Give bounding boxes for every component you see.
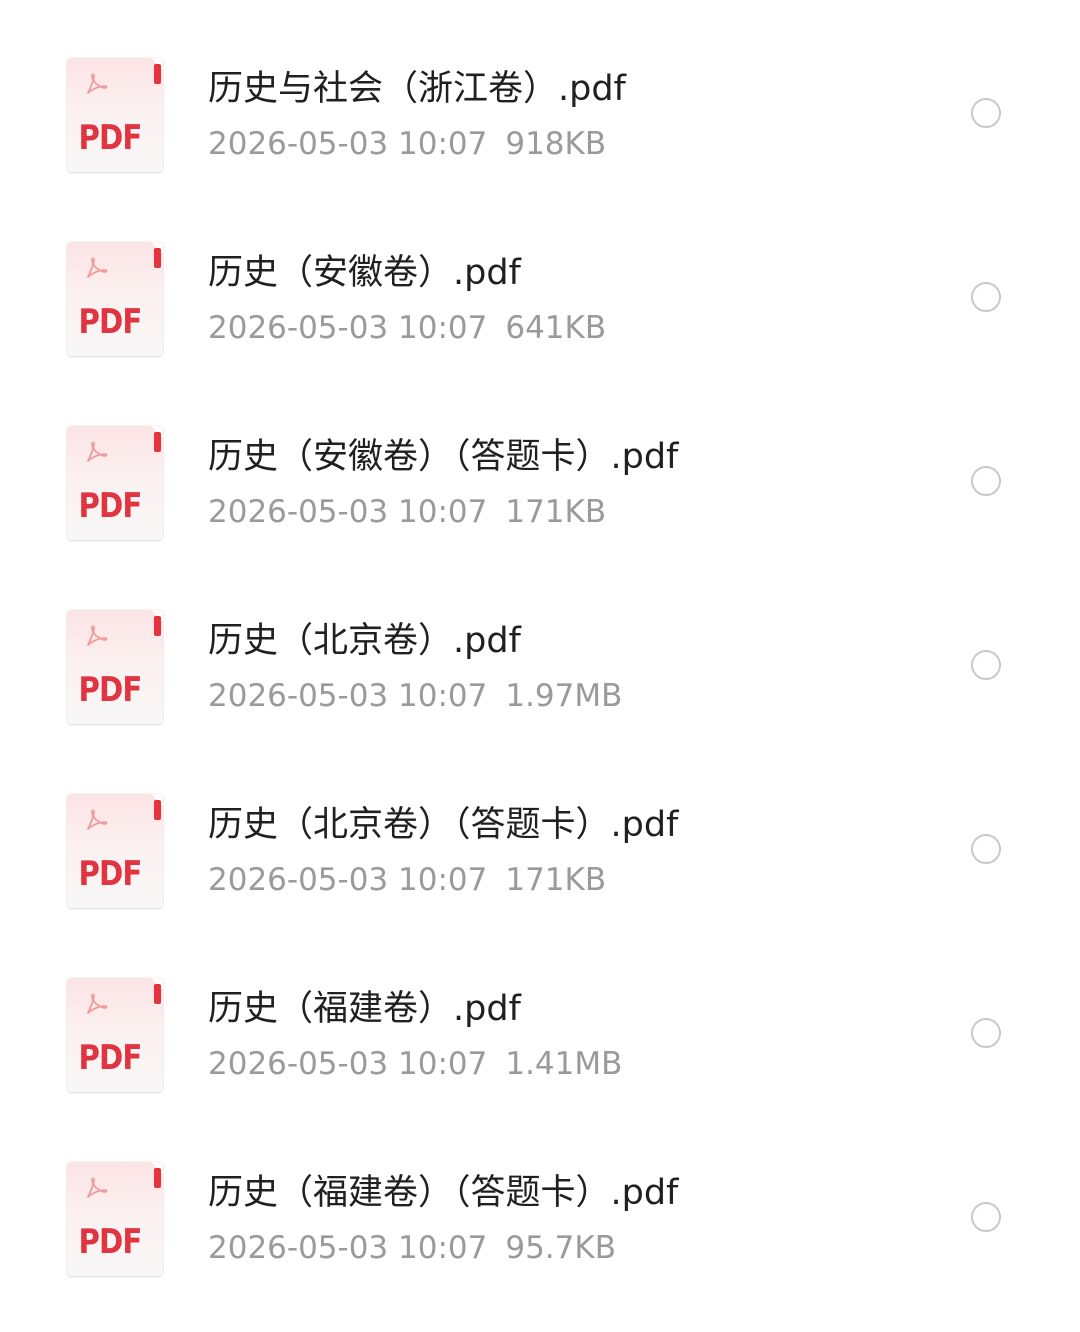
pdf-label: PDF xyxy=(78,1222,142,1262)
select-radio-icon[interactable] xyxy=(971,1018,1001,1048)
file-date: 2026-05-03 10:07 xyxy=(208,310,488,346)
select-radio-icon[interactable] xyxy=(971,650,1001,680)
acrobat-logo-icon xyxy=(87,625,108,646)
pdf-label: PDF xyxy=(78,670,142,710)
pdf-file-icon: PDF xyxy=(67,610,163,724)
file-name: 历史（安徽卷）（答题卡）.pdf xyxy=(208,437,679,477)
file-meta: 2026-05-03 10:07 641KB xyxy=(208,307,606,349)
file-date: 2026-05-03 10:07 xyxy=(208,678,488,714)
file-list-item[interactable]: PDF 历史（福建卷）.pdf 2026-05-03 10:07 1.41MB xyxy=(0,943,1080,1127)
file-date: 2026-05-03 10:07 xyxy=(208,1046,488,1082)
acrobat-logo-icon xyxy=(87,993,108,1014)
select-radio-icon[interactable] xyxy=(971,466,1001,496)
pdf-file-icon: PDF xyxy=(67,1162,163,1276)
file-list: PDF 历史与社会（浙江卷）.pdf 2026-05-03 10:07 918KB… xyxy=(0,23,1080,1311)
select-radio-icon[interactable] xyxy=(971,98,1001,128)
file-size: 918KB xyxy=(505,126,607,162)
select-radio-icon[interactable] xyxy=(971,834,1001,864)
file-name: 历史（安徽卷）.pdf xyxy=(208,253,521,293)
file-date: 2026-05-03 10:07 xyxy=(208,494,488,530)
file-size: 95.7KB xyxy=(505,1230,616,1266)
file-list-item[interactable]: PDF 历史（北京卷）（答题卡）.pdf 2026-05-03 10:07 171… xyxy=(0,759,1080,943)
file-name: 历史与社会（浙江卷）.pdf xyxy=(208,69,626,109)
acrobat-logo-icon xyxy=(87,809,108,830)
file-size: 1.41MB xyxy=(505,1046,623,1082)
file-date: 2026-05-03 10:07 xyxy=(208,862,488,898)
file-name: 历史（北京卷）（答题卡）.pdf xyxy=(208,805,679,845)
pdf-file-icon: PDF xyxy=(67,242,163,356)
pdf-label: PDF xyxy=(78,118,142,158)
file-size: 641KB xyxy=(505,310,607,346)
file-list-item[interactable]: PDF 历史（北京卷）.pdf 2026-05-03 10:07 1.97MB xyxy=(0,575,1080,759)
file-meta: 2026-05-03 10:07 918KB xyxy=(208,123,606,165)
file-name: 历史（北京卷）.pdf xyxy=(208,621,521,661)
file-list-item[interactable]: PDF 历史与社会（浙江卷）.pdf 2026-05-03 10:07 918KB xyxy=(0,23,1080,207)
pdf-file-icon: PDF xyxy=(67,794,163,908)
acrobat-logo-icon xyxy=(87,257,108,278)
select-radio-icon[interactable] xyxy=(971,282,1001,312)
file-meta: 2026-05-03 10:07 1.97MB xyxy=(208,675,622,717)
pdf-file-icon: PDF xyxy=(67,426,163,540)
pdf-label: PDF xyxy=(78,1038,142,1078)
file-date: 2026-05-03 10:07 xyxy=(208,1230,488,1266)
pdf-label: PDF xyxy=(78,854,142,894)
file-meta: 2026-05-03 10:07 1.41MB xyxy=(208,1043,622,1085)
file-list-item[interactable]: PDF 历史（安徽卷）.pdf 2026-05-03 10:07 641KB xyxy=(0,207,1080,391)
pdf-label: PDF xyxy=(78,302,142,342)
file-date: 2026-05-03 10:07 xyxy=(208,126,488,162)
file-meta: 2026-05-03 10:07 95.7KB xyxy=(208,1227,616,1269)
pdf-file-icon: PDF xyxy=(67,58,163,172)
file-size: 171KB xyxy=(505,862,607,898)
file-size: 1.97MB xyxy=(505,678,623,714)
file-list-item[interactable]: PDF 历史（福建卷）（答题卡）.pdf 2026-05-03 10:07 95.… xyxy=(0,1127,1080,1311)
file-meta: 2026-05-03 10:07 171KB xyxy=(208,491,606,533)
pdf-label: PDF xyxy=(78,486,142,526)
acrobat-logo-icon xyxy=(87,441,108,462)
file-list-item[interactable]: PDF 历史（安徽卷）（答题卡）.pdf 2026-05-03 10:07 171… xyxy=(0,391,1080,575)
pdf-file-icon: PDF xyxy=(67,978,163,1092)
file-meta: 2026-05-03 10:07 171KB xyxy=(208,859,606,901)
select-radio-icon[interactable] xyxy=(971,1202,1001,1232)
acrobat-logo-icon xyxy=(87,73,108,94)
file-name: 历史（福建卷）（答题卡）.pdf xyxy=(208,1173,679,1213)
file-size: 171KB xyxy=(505,494,607,530)
file-name: 历史（福建卷）.pdf xyxy=(208,989,521,1029)
acrobat-logo-icon xyxy=(87,1177,108,1198)
